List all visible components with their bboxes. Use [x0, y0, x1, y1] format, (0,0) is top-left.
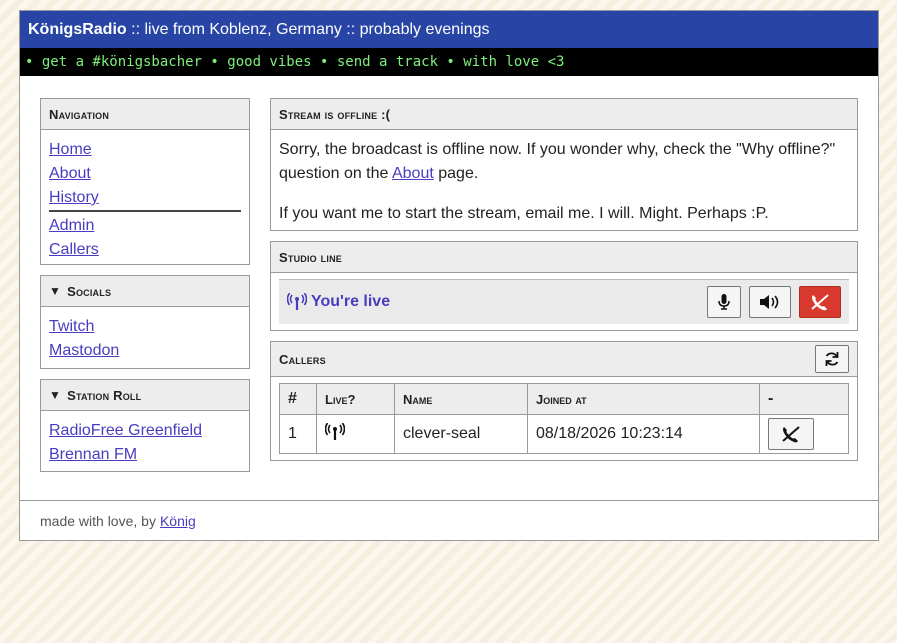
caller-number: 1 — [279, 414, 317, 454]
triangle-down-icon: ▼ — [49, 388, 62, 402]
live-status: You're live — [287, 293, 390, 311]
stream-offline-message: Sorry, the broadcast is offline now. If … — [279, 141, 836, 182]
stream-status-panel: Stream is offline :( Sorry, the broadcas… — [270, 98, 858, 231]
news-ticker: • get a #königsbacher • good vibes • sen… — [20, 48, 878, 76]
studio-line-panel: Studio line You're live — [270, 241, 858, 331]
station-link-radiofree-greenfield[interactable]: RadioFree Greenfield — [49, 419, 241, 443]
stream-request-message: If you want me to start the stream, emai… — [279, 205, 769, 222]
microphone-icon — [718, 294, 730, 310]
navigation-title: Navigation — [41, 99, 249, 130]
callers-title: Callers — [271, 342, 857, 377]
table-row: 1 clever-seal 08/18/2026 10:23:14 — [279, 414, 849, 454]
social-link-twitch[interactable]: Twitch — [49, 315, 241, 339]
caller-live-cell — [316, 414, 395, 454]
callers-table: # Live? Name Joined at - 1 clever-seal 0… — [279, 383, 849, 454]
column-header-joined-at: Joined at — [527, 383, 760, 415]
navigation-panel: Navigation Home About History Admin Call… — [40, 98, 250, 265]
column-header-name: Name — [394, 383, 528, 415]
footer-author-link[interactable]: König — [160, 513, 196, 529]
socials-panel: ▼ Socials Twitch Mastodon — [40, 275, 250, 369]
socials-title[interactable]: ▼ Socials — [41, 276, 249, 307]
column-header-live: Live? — [316, 383, 395, 415]
nav-link-callers[interactable]: Callers — [49, 238, 241, 262]
nav-link-admin[interactable]: Admin — [49, 214, 241, 238]
phone-slash-icon — [811, 294, 829, 311]
live-status-bar: You're live — [279, 279, 849, 324]
hang-up-button[interactable] — [799, 286, 841, 318]
main-content: Navigation Home About History Admin Call… — [20, 76, 878, 502]
phone-slash-icon — [782, 426, 800, 443]
refresh-icon — [825, 352, 839, 366]
studio-line-title: Studio line — [271, 242, 857, 273]
caller-joined-at: 08/18/2026 10:23:14 — [527, 414, 760, 454]
nav-link-history[interactable]: History — [49, 186, 241, 210]
site-tagline: :: live from Koblenz, Germany :: probabl… — [126, 20, 490, 38]
nav-separator — [49, 210, 241, 212]
nav-link-home[interactable]: Home — [49, 138, 241, 162]
triangle-down-icon: ▼ — [49, 284, 62, 298]
station-roll-panel: ▼ Station Roll RadioFree Greenfield Bren… — [40, 379, 250, 472]
refresh-button[interactable] — [815, 345, 849, 373]
stream-status-title: Stream is offline :( — [271, 99, 857, 130]
speaker-volume-icon — [760, 295, 779, 309]
about-link[interactable]: About — [392, 165, 434, 182]
column-header-actions: - — [759, 383, 849, 415]
broadcast-antenna-icon — [324, 422, 346, 440]
station-roll-title[interactable]: ▼ Station Roll — [41, 380, 249, 411]
microphone-button[interactable] — [707, 286, 741, 318]
footer-text: made with love, by — [40, 512, 156, 529]
broadcast-antenna-icon — [287, 293, 307, 310]
callers-panel: Callers # Live? Name Joined at - 1 cleve… — [270, 341, 858, 461]
site-footer: made with love, by König — [20, 500, 878, 540]
column-header-number: # — [279, 383, 317, 415]
page-container: KönigsRadio :: live from Koblenz, German… — [19, 10, 879, 541]
site-brand: KönigsRadio — [28, 20, 127, 38]
caller-name: clever-seal — [394, 414, 528, 454]
volume-button[interactable] — [749, 286, 791, 318]
nav-link-about[interactable]: About — [49, 162, 241, 186]
station-link-brennan-fm[interactable]: Brennan FM — [49, 443, 241, 467]
caller-actions-cell — [759, 414, 849, 454]
disconnect-caller-button[interactable] — [768, 418, 814, 450]
social-link-mastodon[interactable]: Mastodon — [49, 339, 241, 363]
site-header: KönigsRadio :: live from Koblenz, German… — [20, 11, 878, 48]
